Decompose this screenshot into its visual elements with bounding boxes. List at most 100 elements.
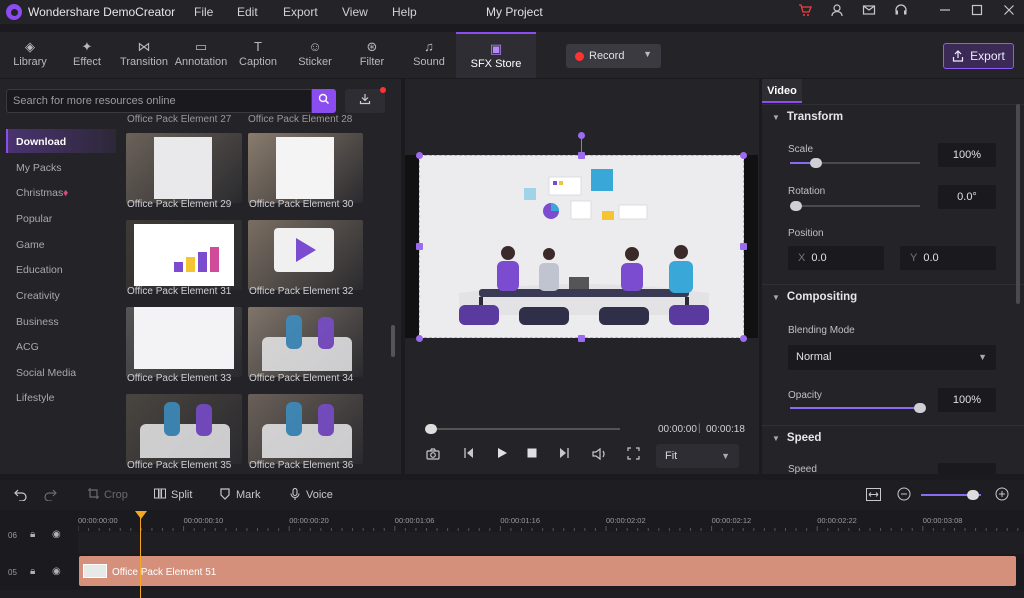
- snapshot-camera-icon[interactable]: [425, 447, 441, 464]
- resize-handle-br[interactable]: [740, 335, 747, 342]
- stop-icon[interactable]: [524, 447, 540, 462]
- category-creativity[interactable]: Creativity: [16, 290, 60, 302]
- tab-sfx-store[interactable]: ▣ SFX Store: [456, 32, 536, 78]
- properties-scrollbar[interactable]: [1016, 104, 1020, 304]
- menu-edit[interactable]: Edit: [237, 5, 258, 19]
- support-icon[interactable]: [892, 3, 910, 21]
- next-frame-icon[interactable]: [556, 447, 572, 462]
- minimize-icon[interactable]: [936, 3, 954, 21]
- asset-thumbnail[interactable]: [126, 394, 242, 464]
- transform-frame[interactable]: [419, 155, 744, 338]
- asset-thumbnail[interactable]: [248, 133, 363, 203]
- blending-mode-select[interactable]: Normal ▼: [788, 345, 996, 370]
- mark-button[interactable]: Mark: [220, 488, 260, 501]
- tab-annotation[interactable]: ▭ Annotation: [172, 32, 230, 78]
- rotation-slider-knob[interactable]: [790, 201, 802, 211]
- asset-thumbnail[interactable]: [126, 307, 242, 377]
- scale-value[interactable]: 100%: [938, 143, 996, 167]
- asset-thumbnail[interactable]: [126, 220, 242, 290]
- chevron-down-icon[interactable]: ▼: [643, 49, 652, 59]
- category-business[interactable]: Business: [16, 316, 59, 328]
- scrubber-knob[interactable]: [425, 424, 437, 434]
- opacity-value[interactable]: 100%: [938, 388, 996, 412]
- zoom-out-icon[interactable]: [897, 487, 911, 504]
- resize-handle-l[interactable]: [416, 243, 423, 250]
- fit-timeline-icon[interactable]: [866, 488, 881, 504]
- speed-section-header[interactable]: ▼ Speed: [772, 432, 821, 444]
- category-popular[interactable]: Popular: [16, 213, 52, 225]
- volume-icon[interactable]: [592, 447, 608, 464]
- close-icon[interactable]: [1000, 3, 1018, 21]
- search-button[interactable]: [312, 89, 336, 113]
- maximize-icon[interactable]: [968, 3, 986, 21]
- speed-value-field[interactable]: [938, 463, 996, 474]
- voice-button[interactable]: Voice: [290, 487, 333, 501]
- redo-icon[interactable]: [44, 488, 57, 504]
- eye-icon[interactable]: ◉: [52, 566, 61, 577]
- resize-handle-b[interactable]: [578, 335, 585, 342]
- category-christmas[interactable]: Christmas: [16, 187, 63, 199]
- undo-icon[interactable]: [14, 488, 27, 504]
- playback-scrubber[interactable]: [427, 428, 620, 430]
- opacity-slider[interactable]: [790, 403, 926, 413]
- tab-filter[interactable]: ⊛ Filter: [343, 32, 401, 78]
- timeline-clip[interactable]: [79, 556, 1016, 586]
- menu-view[interactable]: View: [342, 5, 368, 19]
- asset-thumbnail[interactable]: [126, 133, 242, 203]
- lock-icon[interactable]: 🔒︎: [30, 529, 35, 540]
- play-icon[interactable]: [494, 447, 510, 462]
- previous-frame-icon[interactable]: [461, 447, 477, 462]
- asset-thumbnail[interactable]: [248, 307, 363, 377]
- tab-sticker[interactable]: ☺ Sticker: [286, 32, 344, 78]
- zoom-fit-select[interactable]: Fit ▼: [656, 444, 739, 468]
- tab-library[interactable]: ◈ Library: [1, 32, 59, 78]
- split-button[interactable]: Split: [154, 488, 192, 501]
- menu-file[interactable]: File: [194, 5, 213, 19]
- eye-icon[interactable]: ◉: [52, 529, 61, 540]
- category-game[interactable]: Game: [16, 239, 45, 251]
- resize-handle-t[interactable]: [578, 152, 585, 159]
- lock-icon[interactable]: 🔒︎: [30, 566, 35, 577]
- zoom-slider-knob[interactable]: [967, 490, 979, 500]
- asset-thumbnail[interactable]: [248, 394, 363, 464]
- cart-icon[interactable]: [796, 3, 814, 21]
- rotation-value[interactable]: 0.0°: [938, 185, 996, 209]
- zoom-in-icon[interactable]: [995, 487, 1009, 504]
- playhead-handle[interactable]: [135, 511, 147, 519]
- transform-section-header[interactable]: ▼ Transform: [772, 111, 843, 123]
- resize-handle-tl[interactable]: [416, 152, 423, 159]
- menu-export[interactable]: Export: [283, 5, 318, 19]
- library-scrollbar[interactable]: [391, 325, 395, 357]
- search-input[interactable]: Search for more resources online: [6, 89, 312, 113]
- rotate-handle[interactable]: [578, 132, 585, 139]
- compositing-section-header[interactable]: ▼ Compositing: [772, 291, 857, 303]
- scale-slider-knob[interactable]: [810, 158, 822, 168]
- export-button[interactable]: Export: [943, 43, 1014, 69]
- playhead[interactable]: [140, 512, 141, 598]
- category-download[interactable]: Download: [16, 136, 66, 148]
- tab-sound[interactable]: ♫ Sound: [400, 32, 458, 78]
- fullscreen-icon[interactable]: [625, 447, 641, 463]
- download-button[interactable]: [345, 89, 385, 113]
- mail-icon[interactable]: [860, 3, 878, 21]
- resize-handle-r[interactable]: [740, 243, 747, 250]
- category-acg[interactable]: ACG: [16, 341, 39, 353]
- category-education[interactable]: Education: [16, 264, 63, 276]
- resize-handle-bl[interactable]: [416, 335, 423, 342]
- category-lifestyle[interactable]: Lifestyle: [16, 392, 55, 404]
- position-y-field[interactable]: Y 0.0: [900, 246, 996, 270]
- category-my-packs[interactable]: My Packs: [16, 162, 62, 174]
- asset-thumbnail[interactable]: [248, 220, 363, 290]
- menu-help[interactable]: Help: [392, 5, 417, 19]
- resize-handle-tr[interactable]: [740, 152, 747, 159]
- category-social-media[interactable]: Social Media: [16, 367, 76, 379]
- tab-effect[interactable]: ✦ Effect: [58, 32, 116, 78]
- account-icon[interactable]: [828, 3, 846, 21]
- position-x-field[interactable]: X 0.0: [788, 246, 884, 270]
- opacity-slider-knob[interactable]: [914, 403, 926, 413]
- record-button[interactable]: Record ▼: [566, 44, 661, 68]
- tab-transition[interactable]: ⋈ Transition: [115, 32, 173, 78]
- scale-slider[interactable]: [790, 158, 920, 168]
- tab-caption[interactable]: T Caption: [229, 32, 287, 78]
- rotation-slider[interactable]: [790, 201, 920, 211]
